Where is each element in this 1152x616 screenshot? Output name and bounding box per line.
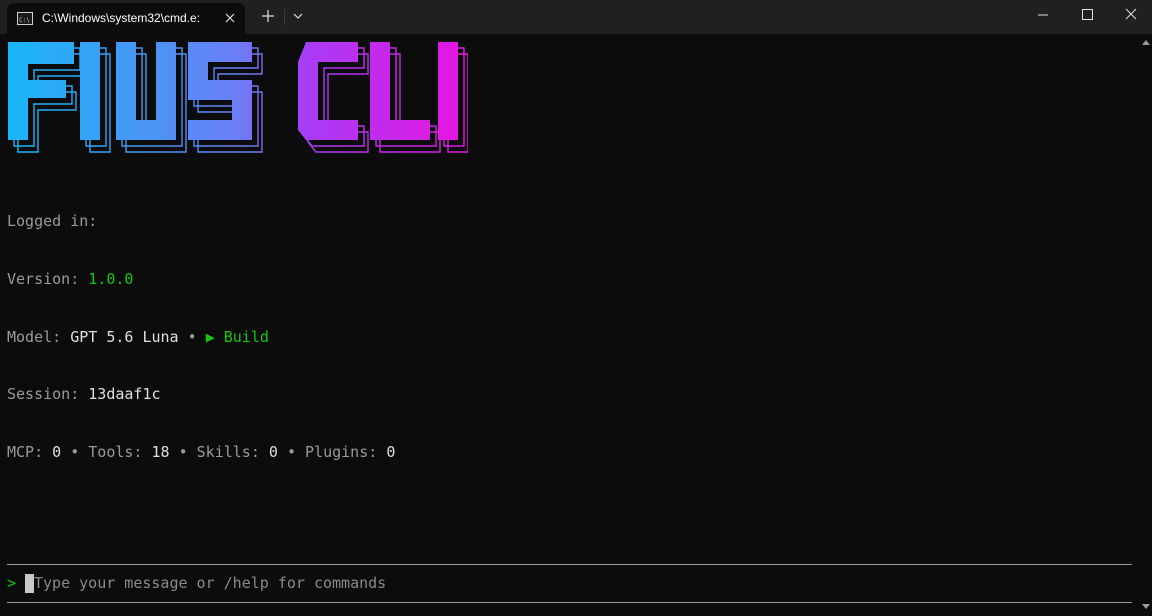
session-info: Logged in: Version: 1.0.0 Model: GPT 5.6… xyxy=(7,174,395,500)
plugins-label: Plugins: xyxy=(305,442,378,461)
input-bottom-border xyxy=(7,602,1132,603)
console-icon: C:\ xyxy=(17,12,33,25)
svg-text:C:\: C:\ xyxy=(19,17,30,23)
tab-cmd[interactable]: C:\ C:\Windows\system32\cmd.e: xyxy=(7,3,245,34)
fius-cli-logo xyxy=(8,42,468,153)
separator: • xyxy=(286,442,296,461)
mcp-label: MCP: xyxy=(7,442,44,461)
text-cursor xyxy=(25,574,34,593)
session-line: Session: 13daaf1c xyxy=(7,385,395,404)
tab-title: C:\Windows\system32\cmd.e: xyxy=(42,11,201,25)
version-line: Version: 1.0.0 xyxy=(7,270,395,289)
minimize-icon[interactable] xyxy=(1020,0,1066,30)
separator: • xyxy=(178,442,188,461)
logged-in-label: Logged in: xyxy=(7,212,98,231)
plugins-value: 0 xyxy=(386,442,396,461)
input-top-border xyxy=(7,564,1132,565)
title-bar: C:\ C:\Windows\system32\cmd.e: xyxy=(0,0,1152,34)
skills-value: 0 xyxy=(268,442,278,461)
session-value: 13daaf1c xyxy=(88,385,161,404)
tab-close-icon[interactable] xyxy=(221,9,239,27)
maximize-icon[interactable] xyxy=(1064,0,1110,30)
session-label: Session: xyxy=(7,385,80,404)
scroll-down-icon[interactable] xyxy=(1142,604,1150,610)
tools-value: 18 xyxy=(151,442,170,461)
close-icon[interactable] xyxy=(1108,0,1152,30)
prompt-symbol: > xyxy=(7,574,17,592)
scrollbar[interactable] xyxy=(1140,34,1152,616)
separator: • xyxy=(187,327,197,346)
chevron-down-icon[interactable] xyxy=(289,6,307,26)
version-label: Version: xyxy=(7,270,80,288)
model-line: Model: GPT 5.6 Luna • ▶ Build xyxy=(7,328,395,347)
skills-label: Skills: xyxy=(196,442,260,461)
version-value: 1.0.0 xyxy=(88,270,134,288)
scroll-up-icon[interactable] xyxy=(1142,39,1150,45)
mcp-value: 0 xyxy=(52,442,62,461)
counts-line: MCP: 0 • Tools: 18 • Skills: 0 • Plugins… xyxy=(7,443,395,462)
model-value: GPT 5.6 Luna xyxy=(70,327,179,346)
terminal-output[interactable]: Logged in: Version: 1.0.0 Model: GPT 5.6… xyxy=(0,34,1140,616)
model-label: Model: xyxy=(7,327,62,346)
tab-separator xyxy=(284,9,285,25)
mode-value: ▶ Build xyxy=(205,327,269,346)
separator: • xyxy=(70,442,80,461)
new-tab-icon[interactable] xyxy=(258,6,278,26)
logged-in-line: Logged in: xyxy=(7,212,395,231)
tools-label: Tools: xyxy=(88,442,143,461)
message-input[interactable]: Type your message or /help for commands xyxy=(34,574,386,592)
